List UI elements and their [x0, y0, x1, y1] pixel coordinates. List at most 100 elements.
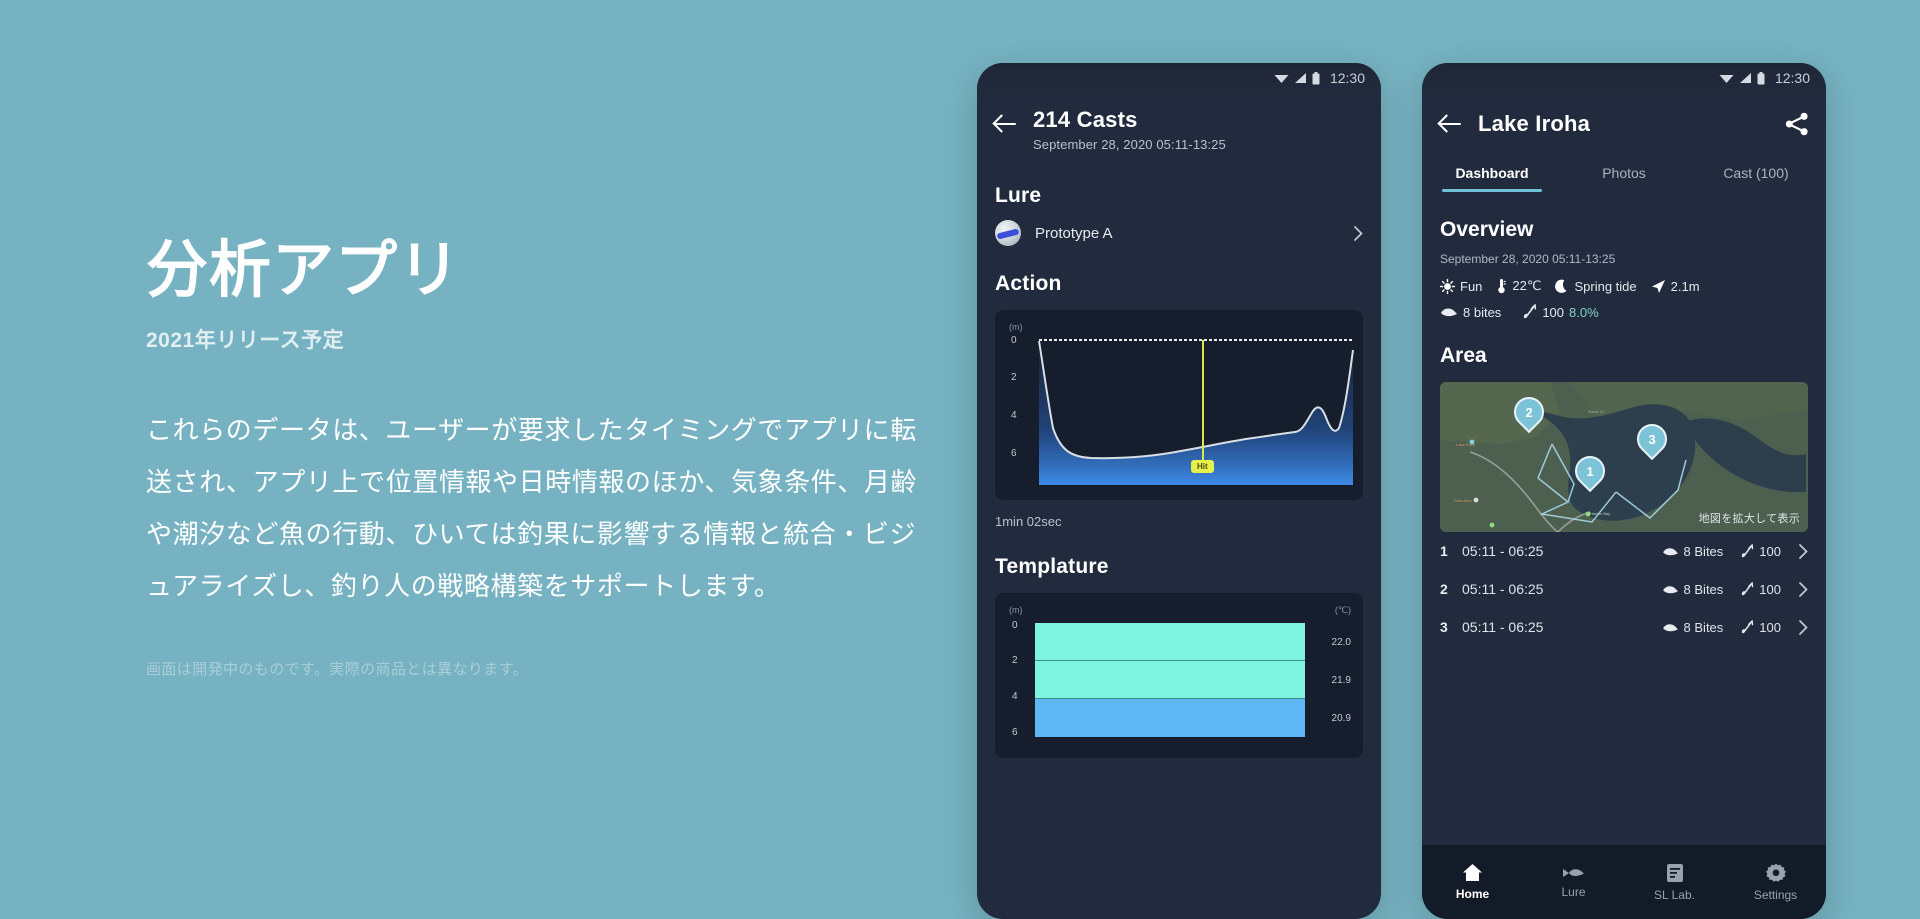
depth-profile-svg — [1038, 339, 1354, 485]
weather-value: Fun — [1460, 278, 1483, 294]
battery-icon — [1757, 71, 1765, 84]
cast-row-casts-value: 100 — [1759, 543, 1781, 559]
casts-value: 100 — [1542, 304, 1565, 320]
battery-icon — [1312, 71, 1320, 84]
cast-row-casts: 100 — [1741, 581, 1781, 597]
cast-row-casts: 100 — [1741, 543, 1781, 559]
cast-row-time: 05:11 - 06:25 — [1462, 581, 1544, 597]
signal-icon — [1294, 73, 1306, 83]
temp-value-0-2: 22.0 — [1331, 637, 1351, 648]
temp-tick-0: 0 — [1012, 620, 1018, 631]
nav-item-settings[interactable]: Settings — [1725, 863, 1826, 902]
app-bar-titles: 214 Casts September 28, 2020 05:11-13:25 — [1033, 107, 1365, 152]
wind-value: 2.1m — [1670, 278, 1700, 294]
lure-thumbnail-icon — [995, 220, 1021, 246]
stat-casts: 100 8.0% — [1523, 304, 1599, 320]
map-expand-note[interactable]: 地図を拡大して表示 — [1699, 510, 1800, 526]
cast-row-time: 05:11 - 06:25 — [1462, 543, 1544, 559]
tab-dashboard[interactable]: Dashboard — [1426, 153, 1558, 192]
lure-name-label: Prototype A — [1035, 224, 1113, 242]
stat-bites: 8 bites — [1440, 305, 1501, 320]
thermometer-icon — [1498, 279, 1507, 294]
phone-mockup-cast-detail: 12:30 214 Casts September 28, 2020 05:11… — [977, 63, 1381, 919]
phone-mockup-dashboard: 12:30 Lake Iroha Dashboard Photos Cast (… — [1422, 63, 1826, 919]
hit-rate-value: 8.0% — [1569, 304, 1599, 320]
page-title: 分析アプリ — [146, 236, 462, 305]
cast-row-index: 2 — [1440, 581, 1448, 597]
svg-text:Lake Point: Lake Point — [1456, 442, 1476, 447]
depth-profile-chart: (m) 0 2 4 6 Hit — [995, 310, 1363, 500]
dashboard-tabs: Dashboard Photos Cast (100) — [1422, 153, 1826, 192]
cast-row-time: 05:11 - 06:25 — [1462, 619, 1544, 635]
area-map[interactable]: Lake Point Park Area Harbor Bay Route 21… — [1440, 382, 1808, 532]
wifi-icon — [1274, 75, 1289, 83]
table-row[interactable]: 1 05:11 - 06:25 8 Bites 100 — [1422, 532, 1826, 570]
temp-tick-2: 2 — [1012, 655, 1018, 666]
wifi-icon — [1719, 75, 1734, 83]
status-icons-right — [1719, 71, 1765, 85]
hero-body-text: これらのデータは、ユーザーが要求したタイミングでアプリに転送され、アプリ上で位置… — [146, 415, 918, 601]
nav-item-home-label: Home — [1455, 887, 1490, 901]
nav-item-lure[interactable]: Lure — [1523, 866, 1624, 899]
table-row[interactable]: 3 05:11 - 06:25 8 Bites 100 — [1422, 608, 1826, 646]
share-icon[interactable] — [1784, 111, 1810, 137]
temp-value-4-6: 20.9 — [1331, 713, 1351, 724]
cast-row-casts-value: 100 — [1759, 581, 1781, 597]
hook-icon — [1742, 543, 1754, 557]
hero-copy-block: 分析アプリ 2021年リリース予定 これらのデータは、ユーザーが要求したタイミン… — [146, 0, 946, 919]
nav-item-sl-lab[interactable]: SL Lab. — [1624, 863, 1725, 902]
tab-cast[interactable]: Cast (100) — [1690, 153, 1822, 192]
disclaimer-text: 画面は開発中のものです。実際の商品とは異なります。 — [146, 661, 529, 678]
app-bar-right: Lake Iroha — [1422, 93, 1826, 143]
fish-icon — [1662, 623, 1678, 631]
gear-icon — [1765, 863, 1786, 882]
templature-section-heading: Templature — [995, 555, 1109, 578]
bites-value: 8 bites — [1463, 304, 1502, 320]
fish-icon — [1563, 868, 1584, 877]
cast-row-bites: 8 Bites — [1662, 544, 1723, 559]
lure-section-heading: Lure — [995, 184, 1042, 207]
temp-band-2-4 — [1035, 661, 1305, 699]
chevron-right-icon[interactable] — [1799, 543, 1808, 559]
moon-icon — [1555, 279, 1567, 293]
nav-item-settings-label: Settings — [1753, 887, 1798, 902]
app-bar-left: 214 Casts September 28, 2020 05:11-13:25 — [977, 93, 1381, 158]
hook-icon — [1742, 619, 1754, 633]
temp-band-4-6 — [1035, 699, 1305, 737]
back-arrow-icon[interactable] — [993, 111, 1019, 137]
home-icon — [1463, 864, 1482, 881]
status-icons — [1274, 71, 1320, 85]
area-heading: Area — [1440, 344, 1487, 367]
fish-icon — [1662, 547, 1678, 555]
stat-wind: 2.1m — [1651, 279, 1700, 294]
nav-item-lure-label: Lure — [1561, 884, 1586, 899]
chevron-right-icon[interactable] — [1354, 225, 1363, 241]
chevron-right-icon[interactable] — [1799, 619, 1808, 635]
svg-text:Harbor Bay: Harbor Bay — [1590, 511, 1610, 516]
cast-row-index: 3 — [1440, 619, 1448, 635]
overview-stats-row-1: Fun 22℃ Spring tide 2.1m — [1422, 278, 1826, 294]
tab-photos[interactable]: Photos — [1558, 153, 1690, 192]
status-time: 12:30 — [1774, 70, 1810, 86]
back-arrow-icon[interactable] — [1438, 111, 1464, 137]
cast-row-bites-value: 8 Bites — [1683, 619, 1724, 635]
lure-item-row[interactable]: Prototype A — [977, 208, 1381, 246]
svg-text:Park Area: Park Area — [1454, 498, 1472, 503]
cast-count-title: 214 Casts — [1033, 107, 1138, 132]
release-subtitle: 2021年リリース予定 — [146, 329, 345, 352]
stat-weather: Fun — [1440, 278, 1483, 294]
bottom-navigation-bar: Home Lure SL Lab. Settings — [1422, 845, 1826, 919]
hook-icon — [1524, 304, 1537, 319]
table-row[interactable]: 2 05:11 - 06:25 8 Bites 100 — [1422, 570, 1826, 608]
cast-row-bites: 8 Bites — [1662, 582, 1723, 597]
temp-value-2-4: 21.9 — [1331, 675, 1351, 686]
nav-item-home[interactable]: Home — [1422, 863, 1523, 901]
hook-icon — [1742, 581, 1754, 595]
map-pin-1-label: 1 — [1586, 463, 1594, 479]
hit-marker-label: Hit — [1191, 460, 1214, 473]
fish-icon — [1441, 308, 1457, 317]
cast-date-range: September 28, 2020 05:11-13:25 — [1033, 137, 1226, 152]
nav-item-sl-lab-label: SL Lab. — [1654, 887, 1695, 902]
chevron-right-icon[interactable] — [1799, 581, 1808, 597]
tide-value: Spring tide — [1574, 278, 1637, 294]
